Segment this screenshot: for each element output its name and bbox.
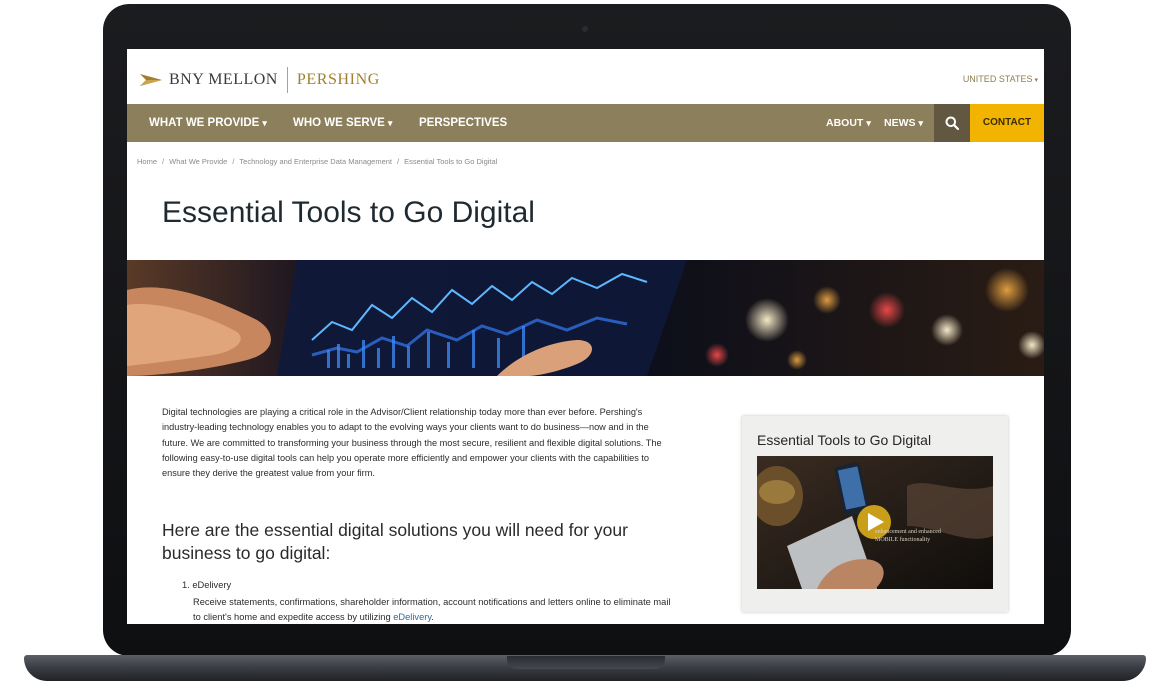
brand-secondary: PERSHING	[296, 71, 380, 88]
hero-image	[127, 260, 1044, 376]
nav-who-we-serve[interactable]: WHO WE SERVE ▾	[293, 104, 392, 142]
nav-label: NEWS	[884, 117, 916, 129]
video-card: Essential Tools to Go Digital enhancemen…	[742, 416, 1008, 612]
brand-primary: BNY MELLON	[169, 71, 278, 88]
breadcrumb-what-we-provide[interactable]: What We Provide	[169, 157, 227, 166]
breadcrumb-current: Essential Tools to Go Digital	[404, 157, 498, 166]
video-caption: enhancement and enhanced MOBILE function…	[875, 528, 941, 544]
laptop-notch	[507, 656, 665, 669]
video-caption-line1: enhancement and enhanced	[875, 529, 941, 535]
section-heading: Here are the essential digital solutions…	[162, 520, 628, 563]
site-header: BNY MELLON PERSHING UNITED STATES ▾	[127, 49, 1044, 104]
video-player[interactable]: enhancement and enhanced MOBILE function…	[757, 456, 993, 589]
nav-what-we-provide[interactable]: WHAT WE PROVIDE ▾	[149, 104, 267, 142]
chevron-down-icon: ▾	[262, 118, 267, 128]
nav-label: WHAT WE PROVIDE	[149, 117, 260, 129]
logo-divider	[286, 67, 288, 93]
edelivery-link[interactable]: eDelivery	[393, 612, 431, 622]
browser-viewport: BNY MELLON PERSHING UNITED STATES ▾ WHAT …	[127, 49, 1044, 624]
nav-label: PERSPECTIVES	[419, 117, 508, 129]
nav-news[interactable]: NEWS ▾	[884, 104, 923, 142]
video-caption-line2: MOBILE functionality	[875, 537, 931, 543]
contact-button[interactable]: CONTACT	[970, 104, 1044, 142]
list-number: 1.	[182, 580, 190, 590]
breadcrumb-separator: /	[232, 157, 235, 166]
nav-about[interactable]: ABOUT ▾	[826, 104, 871, 142]
chevron-down-icon: ▾	[387, 118, 393, 128]
nav-perspectives[interactable]: PERSPECTIVES	[419, 104, 507, 142]
list-description: Receive statements, confirmations, share…	[193, 595, 673, 624]
breadcrumb: Home / What We Provide / Technology and Ente…	[137, 157, 497, 166]
list-title: eDelivery	[192, 580, 232, 590]
list-item: 1. eDelivery	[182, 580, 231, 590]
breadcrumb-separator: /	[162, 157, 165, 166]
list-description-suffix: .	[431, 612, 434, 622]
breadcrumb-home[interactable]: Home	[137, 157, 157, 166]
chevron-down-icon: ▾	[918, 118, 924, 128]
main-nav: WHAT WE PROVIDE ▾ WHO WE SERVE ▾ PERSPECTI…	[127, 104, 1044, 142]
logo-arrow-icon	[140, 74, 162, 86]
region-selector[interactable]: UNITED STATES ▾	[963, 74, 1038, 84]
nav-label: ABOUT	[826, 117, 864, 129]
page-title: Essential Tools to Go Digital	[162, 196, 535, 229]
webcam	[582, 26, 588, 32]
hero-photo	[127, 260, 1044, 376]
site-logo[interactable]: BNY MELLON PERSHING	[140, 67, 380, 93]
region-label: UNITED STATES	[962, 74, 1033, 84]
breadcrumb-separator: /	[397, 157, 400, 166]
search-button[interactable]	[934, 104, 970, 142]
search-icon	[945, 116, 959, 130]
intro-paragraph: Digital technologies are playing a criti…	[162, 407, 662, 479]
breadcrumb-technology[interactable]: Technology and Enterprise Data Managemen…	[239, 157, 392, 166]
video-card-title: Essential Tools to Go Digital	[757, 432, 932, 448]
chevron-down-icon: ▾	[1034, 77, 1038, 84]
chevron-down-icon: ▾	[866, 118, 871, 128]
nav-label: WHO WE SERVE	[293, 117, 385, 129]
video-thumbnail	[757, 456, 993, 589]
